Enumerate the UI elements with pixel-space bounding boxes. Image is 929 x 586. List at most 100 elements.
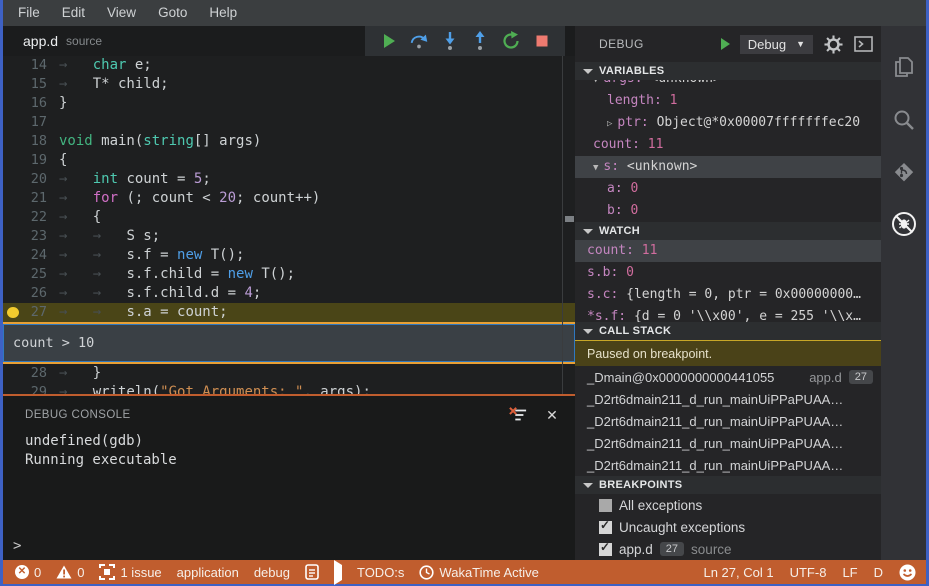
menu-item-help[interactable]: Help [198,0,248,26]
code-line[interactable]: 17 [3,113,575,132]
breakpoint-gutter[interactable] [3,208,23,227]
status-item-0[interactable]: 0 [56,565,84,580]
status-item-utf-8[interactable]: UTF-8 [790,565,827,580]
breakpoint-gutter[interactable] [3,170,23,189]
code-line[interactable]: 22 → { [3,208,575,227]
menu-item-file[interactable]: File [7,0,51,26]
step-out-icon[interactable] [469,30,491,52]
debug-icon[interactable] [890,210,918,238]
status-item-debug[interactable]: debug [254,565,290,580]
stack-frame[interactable]: _D2rt6dmain211_d_run_mainUiPPaPUAA… [575,410,881,432]
code-editor[interactable]: 14 → char e; 15 → T* child; 16} 17 18 void main… [3,56,575,394]
code-line[interactable]: 27 → → s.a = count; [3,303,575,322]
step-into-icon[interactable] [439,30,461,52]
stack-frame[interactable]: _Dmain@0x0000000000441055 app.d 27 [575,366,881,388]
code-line[interactable]: 18 void main(string[] args) [3,132,575,151]
breakpoint-gutter[interactable] [3,284,23,303]
debug-console-toggle-icon[interactable] [853,34,873,54]
stop-icon[interactable] [531,30,553,52]
code-line[interactable]: 24 → → s.f = new T(); [3,246,575,265]
status-item-0[interactable]: ✕ 0 [15,565,41,580]
section-header-watch[interactable]: WATCH [575,222,881,240]
chevron-right-icon[interactable]: ▷ [607,119,612,129]
code-line[interactable]: 15 → T* child; [3,75,575,94]
status-item[interactable] [305,564,319,580]
code-line[interactable]: 25 → → s.f.child = new T(); [3,265,575,284]
stack-frame[interactable]: _D2rt6dmain211_d_run_mainUiPPaPUAA… [575,454,881,476]
code-line[interactable]: 29 → writeln("Got Arguments: ", args); [3,383,575,394]
breakpoint-checkbox[interactable] [599,498,612,512]
continue-icon[interactable] [377,30,399,52]
variable-row[interactable]: ▷ ptr: Object@*0x00007fffffffec20 [575,112,881,134]
close-icon[interactable]: ✕ [543,406,561,424]
code-line[interactable]: 28 → } [3,364,575,383]
console-filter-icon[interactable] [509,406,527,424]
code-line[interactable]: 20 → int count = 5; [3,170,575,189]
breakpoint-gutter[interactable] [3,303,23,322]
variable-row[interactable]: count: 11 [575,134,881,156]
scrollbar-thumb[interactable] [565,216,574,222]
stack-frame[interactable]: _D2rt6dmain211_d_run_mainUiPPaPUAA… [575,388,881,410]
chevron-down-icon[interactable]: ▼ [593,80,598,85]
explorer-icon[interactable] [890,54,918,82]
breakpoint-condition-input[interactable] [3,324,575,362]
section-header-variables[interactable]: VARIABLES [575,62,881,80]
gear-icon[interactable] [823,34,843,54]
variable-row[interactable]: s.b: 0 [575,262,881,284]
tab-app-d[interactable]: app.d source [3,26,116,56]
debug-profile-dropdown[interactable]: Debug ▼ [739,34,813,54]
menu-item-edit[interactable]: Edit [51,0,96,26]
breakpoint-gutter[interactable] [3,227,23,246]
section-header-breakpoints[interactable]: BREAKPOINTS [575,476,881,494]
status-item-d[interactable]: D [874,565,883,580]
code-line[interactable]: 14 → char e; [3,56,575,75]
status-item[interactable] [333,559,342,585]
status-item-ln-27-col-1[interactable]: Ln 27, Col 1 [703,565,773,580]
section-header-call-stack[interactable]: CALL STACK [575,322,881,340]
menu-item-view[interactable]: View [96,0,147,26]
code-line[interactable]: 16} [3,94,575,113]
code-line[interactable]: 21 → for (; count < 20; count++) [3,189,575,208]
breakpoint-gutter[interactable] [3,75,23,94]
breakpoint-gutter[interactable] [3,265,23,284]
breakpoint-item[interactable]: Uncaught exceptions [575,516,881,538]
code-line[interactable]: 23 → → S s; [3,227,575,246]
restart-icon[interactable] [500,30,522,52]
status-item-wakatime-active[interactable]: WakaTime Active [419,565,539,580]
variable-row[interactable]: b: 0 [575,200,881,222]
code-line[interactable]: 26 → → s.f.child.d = 4; [3,284,575,303]
breakpoint-gutter[interactable] [3,246,23,265]
breakpoint-gutter[interactable] [3,132,23,151]
breakpoint-gutter[interactable] [3,383,23,394]
chevron-down-icon[interactable]: ▼ [593,163,598,173]
breakpoint-gutter[interactable] [3,56,23,75]
step-over-icon[interactable] [408,30,430,52]
editor-scrollbar[interactable] [562,56,575,394]
stack-frame[interactable]: _D2rt6dmain211_d_run_mainUiPPaPUAA… [575,432,881,454]
breakpoint-gutter[interactable] [3,151,23,170]
status-item-1-issue[interactable]: 1 issue [99,564,162,580]
status-item-application[interactable]: application [177,565,239,580]
breakpoint-gutter[interactable] [3,113,23,132]
breakpoint-gutter[interactable] [3,364,23,383]
variable-row[interactable]: ▼ s: <unknown> [575,156,881,178]
variable-row[interactable]: *s.f: {d = 0 '\\x00', e = 255 '\\x… [575,306,881,322]
start-debug-icon[interactable] [720,38,730,50]
status-item-todo-s[interactable]: TODO:s [357,565,404,580]
breakpoint-item[interactable]: All exceptions [575,494,881,516]
breakpoint-checkbox[interactable] [599,518,612,534]
variable-row[interactable]: s.c: {length = 0, ptr = 0x00000000… [575,284,881,306]
status-item[interactable] [899,564,916,581]
variable-row[interactable]: a: 0 [575,178,881,200]
code-line[interactable]: 19 { [3,151,575,170]
variable-row[interactable]: length: 1 [575,90,881,112]
variable-row[interactable]: count: 11 [575,240,881,262]
menu-item-goto[interactable]: Goto [147,0,198,26]
debug-console-prompt[interactable]: > [13,538,21,554]
breakpoint-checkbox[interactable] [599,540,612,556]
variable-row[interactable]: ▼ args: <unknown> [575,80,881,90]
breakpoint-gutter[interactable] [3,189,23,208]
breakpoint-item[interactable]: app.d 27 source [575,538,881,560]
source-control-icon[interactable] [890,158,918,186]
status-item-lf[interactable]: LF [842,565,857,580]
